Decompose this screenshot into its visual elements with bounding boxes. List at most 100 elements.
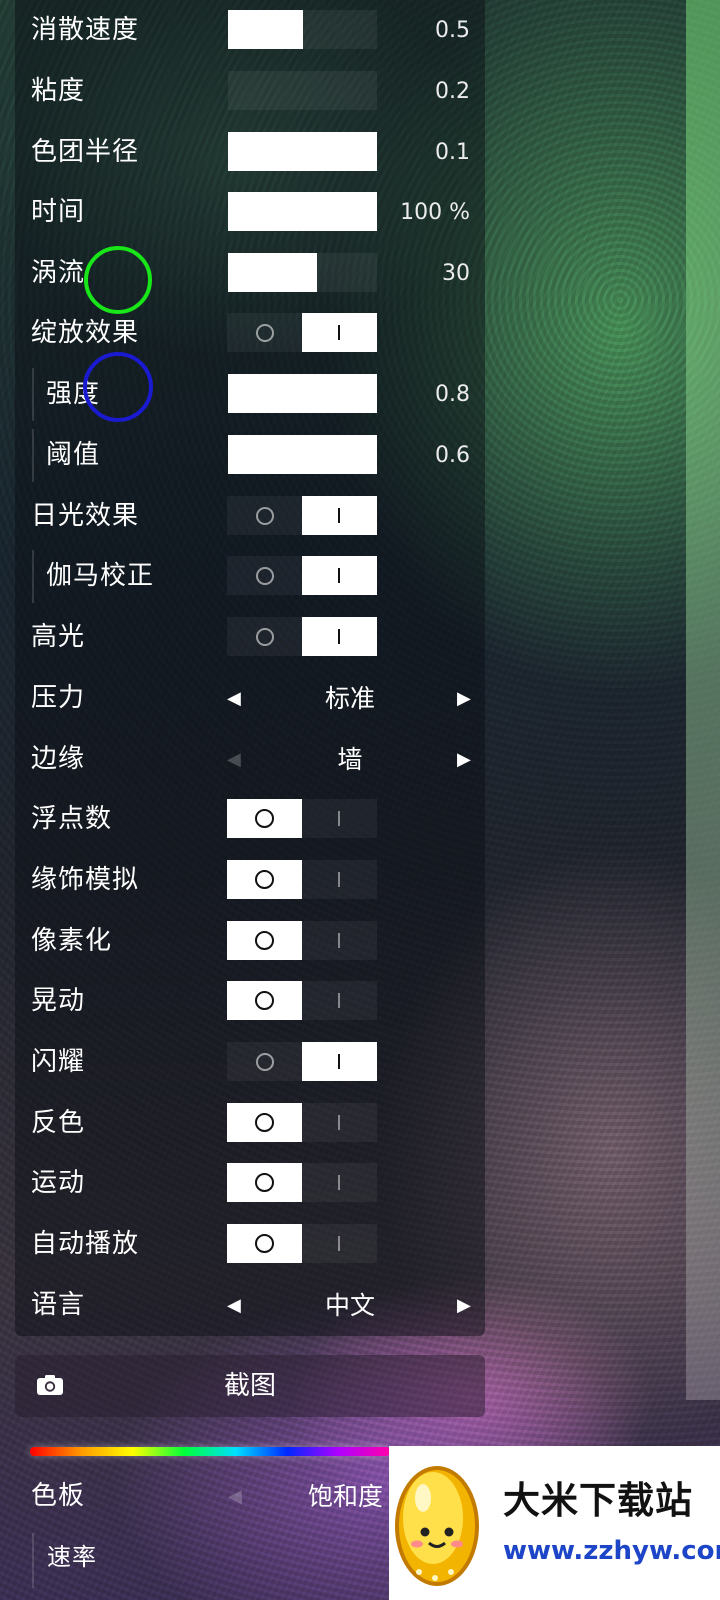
off-circle-icon bbox=[255, 1173, 274, 1192]
on-bar-icon bbox=[338, 568, 340, 583]
watermark: 大米下载站 www.zzhyw.com bbox=[389, 1446, 720, 1600]
setting-label: 色团半径 bbox=[31, 137, 140, 167]
setting-label: 日光效果 bbox=[31, 501, 140, 531]
setting-value: 0.2 bbox=[435, 79, 470, 104]
toggle-on-segment[interactable] bbox=[302, 556, 377, 595]
setting-value: 0.8 bbox=[435, 382, 470, 407]
slider-fill bbox=[228, 132, 377, 171]
autoplay-toggle[interactable] bbox=[227, 1224, 378, 1263]
viscosity-slider[interactable] bbox=[228, 71, 377, 110]
setting-label: 压力 bbox=[31, 683, 86, 713]
bloom-threshold-slider[interactable] bbox=[228, 435, 377, 474]
gamma-toggle[interactable] bbox=[227, 556, 378, 595]
setting-pressure: 压力 ◀ 标准 ▶ bbox=[15, 668, 485, 729]
setting-edges: 边缘 ◀ 墙 ▶ bbox=[15, 729, 485, 790]
invert-toggle[interactable] bbox=[227, 1103, 378, 1142]
next-arrow-icon[interactable]: ▶ bbox=[457, 1275, 471, 1336]
setting-bloom: 绽放效果 bbox=[15, 303, 485, 364]
toggle-off-segment[interactable] bbox=[227, 799, 302, 838]
setting-shake: 晃动 bbox=[15, 971, 485, 1032]
slider-fill bbox=[228, 374, 377, 413]
screenshot-button[interactable]: 截图 bbox=[15, 1355, 485, 1417]
previous-arrow-icon[interactable]: ◀ bbox=[227, 1275, 241, 1336]
setting-value: 0.5 bbox=[435, 18, 470, 43]
toggle-off-segment[interactable] bbox=[227, 556, 302, 595]
setting-dither: 缘饰模拟 bbox=[15, 850, 485, 911]
setting-label: 消散速度 bbox=[31, 15, 140, 45]
bloom-toggle[interactable] bbox=[227, 313, 378, 352]
setting-label: 阈值 bbox=[46, 440, 101, 470]
setting-autoplay: 自动播放 bbox=[15, 1214, 485, 1275]
toggle-on-segment[interactable] bbox=[302, 799, 377, 838]
shake-toggle[interactable] bbox=[227, 981, 378, 1020]
shine-toggle[interactable] bbox=[227, 1042, 378, 1081]
toggle-off-segment[interactable] bbox=[227, 1042, 302, 1081]
toggle-on-segment[interactable] bbox=[302, 1163, 377, 1202]
off-circle-icon bbox=[256, 324, 274, 342]
toggle-off-segment[interactable] bbox=[227, 617, 302, 656]
vorticity-slider[interactable] bbox=[228, 253, 377, 292]
setting-label: 时间 bbox=[31, 197, 86, 227]
time-slider[interactable] bbox=[228, 192, 377, 231]
on-bar-icon bbox=[338, 993, 340, 1008]
toggle-on-segment[interactable] bbox=[302, 1042, 377, 1081]
toggle-off-segment[interactable] bbox=[227, 981, 302, 1020]
motion-toggle[interactable] bbox=[227, 1163, 378, 1202]
on-bar-icon bbox=[338, 508, 340, 523]
off-circle-icon bbox=[255, 870, 274, 889]
toggle-on-segment[interactable] bbox=[302, 496, 377, 535]
toggle-off-segment[interactable] bbox=[227, 313, 302, 352]
on-bar-icon bbox=[338, 325, 340, 340]
setting-value: 30 bbox=[442, 261, 470, 286]
next-arrow-icon[interactable]: ▶ bbox=[457, 729, 471, 790]
next-arrow-icon[interactable]: ▶ bbox=[457, 668, 471, 729]
setting-value: 100 % bbox=[400, 200, 470, 225]
setting-language: 语言 ◀ 中文 ▶ bbox=[15, 1275, 485, 1336]
setting-label: 闪耀 bbox=[31, 1047, 86, 1077]
toggle-on-segment[interactable] bbox=[302, 313, 377, 352]
on-bar-icon bbox=[338, 1054, 340, 1069]
off-circle-icon bbox=[255, 1234, 274, 1253]
slider-fill bbox=[228, 253, 318, 292]
splat-radius-slider[interactable] bbox=[228, 132, 377, 171]
rice-mascot-logo bbox=[395, 1466, 479, 1586]
color-spectrum-bar[interactable] bbox=[30, 1447, 390, 1456]
settings-panel: 消散速度 0.5 粘度 0.2 色团半径 0.1 时间 100 % 涡流 30 bbox=[15, 0, 485, 1336]
watermark-title: 大米下载站 bbox=[503, 1479, 693, 1522]
screenshot-label: 截图 bbox=[223, 1371, 276, 1401]
setting-value: 0.1 bbox=[435, 140, 470, 165]
setting-shine: 闪耀 bbox=[15, 1032, 485, 1093]
off-circle-icon bbox=[256, 628, 274, 646]
toggle-on-segment[interactable] bbox=[302, 1224, 377, 1263]
toggle-off-segment[interactable] bbox=[227, 1163, 302, 1202]
setting-dissipation: 消散速度 0.5 bbox=[15, 0, 485, 61]
slider-fill bbox=[228, 435, 377, 474]
toggle-off-segment[interactable] bbox=[227, 496, 302, 535]
dissipation-slider[interactable] bbox=[228, 10, 377, 49]
float-toggle[interactable] bbox=[227, 799, 378, 838]
bloom-intensity-slider[interactable] bbox=[228, 374, 377, 413]
previous-arrow-icon[interactable]: ◀ bbox=[227, 729, 241, 790]
toggle-on-segment[interactable] bbox=[302, 981, 377, 1020]
shading-toggle[interactable] bbox=[227, 617, 378, 656]
toggle-off-segment[interactable] bbox=[227, 1103, 302, 1142]
pixelate-toggle[interactable] bbox=[227, 921, 378, 960]
slider-fill bbox=[228, 10, 303, 49]
setting-label: 色板 bbox=[31, 1481, 86, 1511]
setting-label: 缘饰模拟 bbox=[31, 865, 140, 895]
previous-arrow-icon[interactable]: ◀ bbox=[228, 1466, 242, 1527]
dither-toggle[interactable] bbox=[227, 860, 378, 899]
toggle-off-segment[interactable] bbox=[227, 921, 302, 960]
sunrays-toggle[interactable] bbox=[227, 496, 378, 535]
language-value: 中文 bbox=[324, 1291, 375, 1320]
toggle-on-segment[interactable] bbox=[302, 617, 377, 656]
on-bar-icon bbox=[338, 811, 340, 826]
fluid-edge-glow bbox=[686, 0, 720, 1400]
toggle-on-segment[interactable] bbox=[302, 860, 377, 899]
toggle-off-segment[interactable] bbox=[227, 860, 302, 899]
toggle-on-segment[interactable] bbox=[302, 921, 377, 960]
setting-bloom-threshold: 阈值 0.6 bbox=[15, 425, 485, 486]
toggle-on-segment[interactable] bbox=[302, 1103, 377, 1142]
toggle-off-segment[interactable] bbox=[227, 1224, 302, 1263]
previous-arrow-icon[interactable]: ◀ bbox=[227, 668, 241, 729]
